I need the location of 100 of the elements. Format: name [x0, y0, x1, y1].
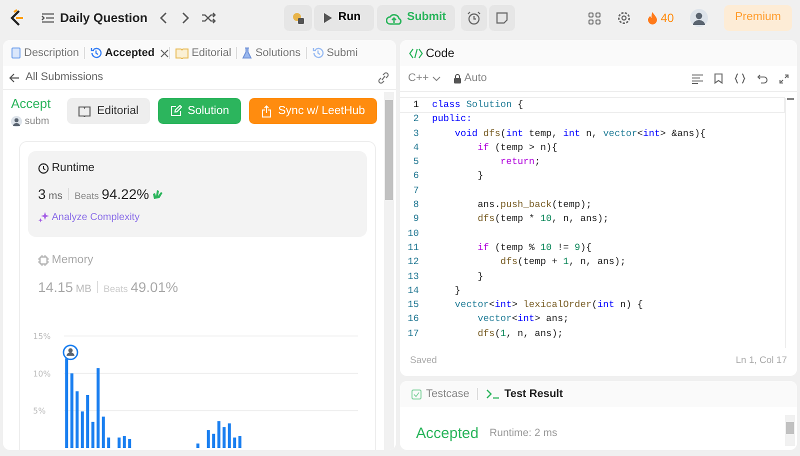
logo-icon[interactable]: [8, 9, 24, 27]
line-number: 15: [406, 298, 420, 312]
clock-icon: [38, 162, 49, 174]
history-icon: [312, 47, 324, 59]
histogram-bar: [212, 434, 216, 448]
chevron-left-icon[interactable]: [158, 11, 169, 25]
code-line: if (temp > n){: [476, 140, 558, 155]
expand-icon[interactable]: [779, 74, 789, 84]
daily-question-button[interactable]: Daily Question: [40, 8, 148, 28]
line-number: 4: [412, 140, 420, 155]
solution-button[interactable]: Solution: [158, 98, 242, 124]
language-dropdown[interactable]: C++: [408, 70, 441, 87]
run-button[interactable]: Run: [314, 5, 374, 31]
histogram-bar: [206, 430, 210, 448]
share-icon: [261, 104, 272, 118]
panel-tab[interactable]: Description: [6, 44, 84, 62]
metric-panel[interactable]: Runtime 3 ms Beats 94.22% Analyze Complexity: [28, 150, 367, 238]
metric-unit: ms: [48, 188, 63, 204]
timer-button[interactable]: [460, 5, 487, 31]
submission-status: Accept: [11, 95, 51, 113]
edit-icon: [170, 105, 182, 118]
code-line: if (temp % 10 != 9){: [476, 240, 592, 255]
metric-value: 3: [38, 184, 46, 204]
histogram-bar: [80, 411, 84, 448]
analyze-complexity-link[interactable]: Analyze Complexity: [38, 210, 140, 225]
scrollbar[interactable]: [384, 92, 394, 450]
list-icon: [40, 12, 54, 24]
code-line: }: [476, 169, 484, 184]
code-line: vector<int> ans;: [476, 312, 569, 326]
panel-tab[interactable]: Editorial: [170, 44, 236, 62]
close-icon[interactable]: [160, 48, 169, 58]
line-number: 5: [412, 155, 420, 170]
histogram-bar: [233, 438, 236, 448]
alarm-clock-icon: [466, 11, 481, 25]
metric-unit: MB: [76, 282, 92, 296]
streak-count: 40: [660, 10, 674, 27]
debug-button[interactable]: [284, 5, 312, 31]
axis-tick-label: 5%: [33, 406, 46, 416]
line-number: 7: [412, 184, 420, 198]
metric-value: 14.15: [38, 278, 74, 296]
chip-icon: [38, 255, 49, 266]
line-number: 17: [406, 326, 420, 341]
histogram-bar: [118, 438, 121, 448]
undo-icon[interactable]: [757, 73, 768, 84]
result-status: Accepted: [416, 424, 479, 444]
scrollbar[interactable]: [785, 415, 795, 446]
lock-icon: [452, 73, 462, 84]
sparkle-icon: [38, 212, 49, 223]
histogram-bar: [76, 391, 79, 448]
panel-tab[interactable]: Accepted: [85, 44, 160, 62]
shuffle-icon[interactable]: [200, 12, 216, 24]
histogram-bar: [128, 439, 132, 448]
settings-icon[interactable]: [616, 11, 631, 25]
code-icon: [409, 48, 423, 58]
back-link[interactable]: All Submissions: [9, 69, 104, 86]
save-status: Saved: [410, 354, 437, 368]
braces-icon[interactable]: [734, 73, 746, 84]
histogram-bar: [222, 427, 226, 448]
axis-tick-label: 10%: [33, 369, 51, 378]
notes-button[interactable]: [489, 5, 516, 31]
scrollbar[interactable]: [785, 98, 795, 348]
bookmark-icon[interactable]: [714, 73, 723, 84]
histogram-bar: [86, 394, 90, 448]
chevron-right-icon[interactable]: [180, 11, 190, 25]
code-line: }: [476, 270, 484, 284]
code-line: void dfs(int temp, int n, vector<int> &ans){: [454, 126, 706, 141]
beats-percent: 49.01%: [130, 278, 178, 296]
metric-title: Runtime: [52, 160, 95, 176]
grid-icon[interactable]: [588, 12, 601, 24]
line-number: 13: [406, 270, 420, 284]
panel-tab[interactable]: Test Result: [482, 386, 567, 402]
code-line: ans.push_back(temp);: [476, 198, 592, 212]
cursor-position: Ln 1, Col 17: [736, 354, 787, 368]
line-number: 6: [412, 169, 420, 184]
line-number: 11: [406, 240, 420, 255]
panel-tab[interactable]: Solutions: [237, 44, 306, 62]
line-number: 3: [412, 126, 420, 141]
beats-label: Beats: [74, 190, 99, 204]
line-number: 8: [412, 198, 420, 212]
note-icon: [495, 11, 510, 25]
line-number: 16: [406, 312, 420, 326]
line-number: 1: [412, 98, 420, 112]
user-marker-icon: [62, 344, 78, 360]
link-icon[interactable]: [377, 72, 390, 84]
format-icon[interactable]: [692, 74, 703, 84]
histogram-bar: [107, 438, 110, 448]
editorial-button[interactable]: Editorial: [67, 98, 150, 124]
line-number: 9: [412, 212, 420, 226]
panel-tab[interactable]: Testcase: [407, 386, 474, 402]
author-name: subm: [24, 114, 50, 128]
line-number: 2: [412, 112, 420, 126]
sync-button[interactable]: Sync w/ LeetHub: [249, 98, 378, 124]
flask-icon: [242, 47, 252, 59]
code-line: return;: [499, 155, 540, 170]
avatar-icon[interactable]: [690, 9, 708, 27]
book-icon: [78, 106, 91, 117]
code-line: }: [454, 284, 461, 298]
line-number: 14: [406, 284, 420, 298]
line-number: 12: [406, 255, 420, 270]
panel-tab[interactable]: Submi: [306, 44, 363, 62]
